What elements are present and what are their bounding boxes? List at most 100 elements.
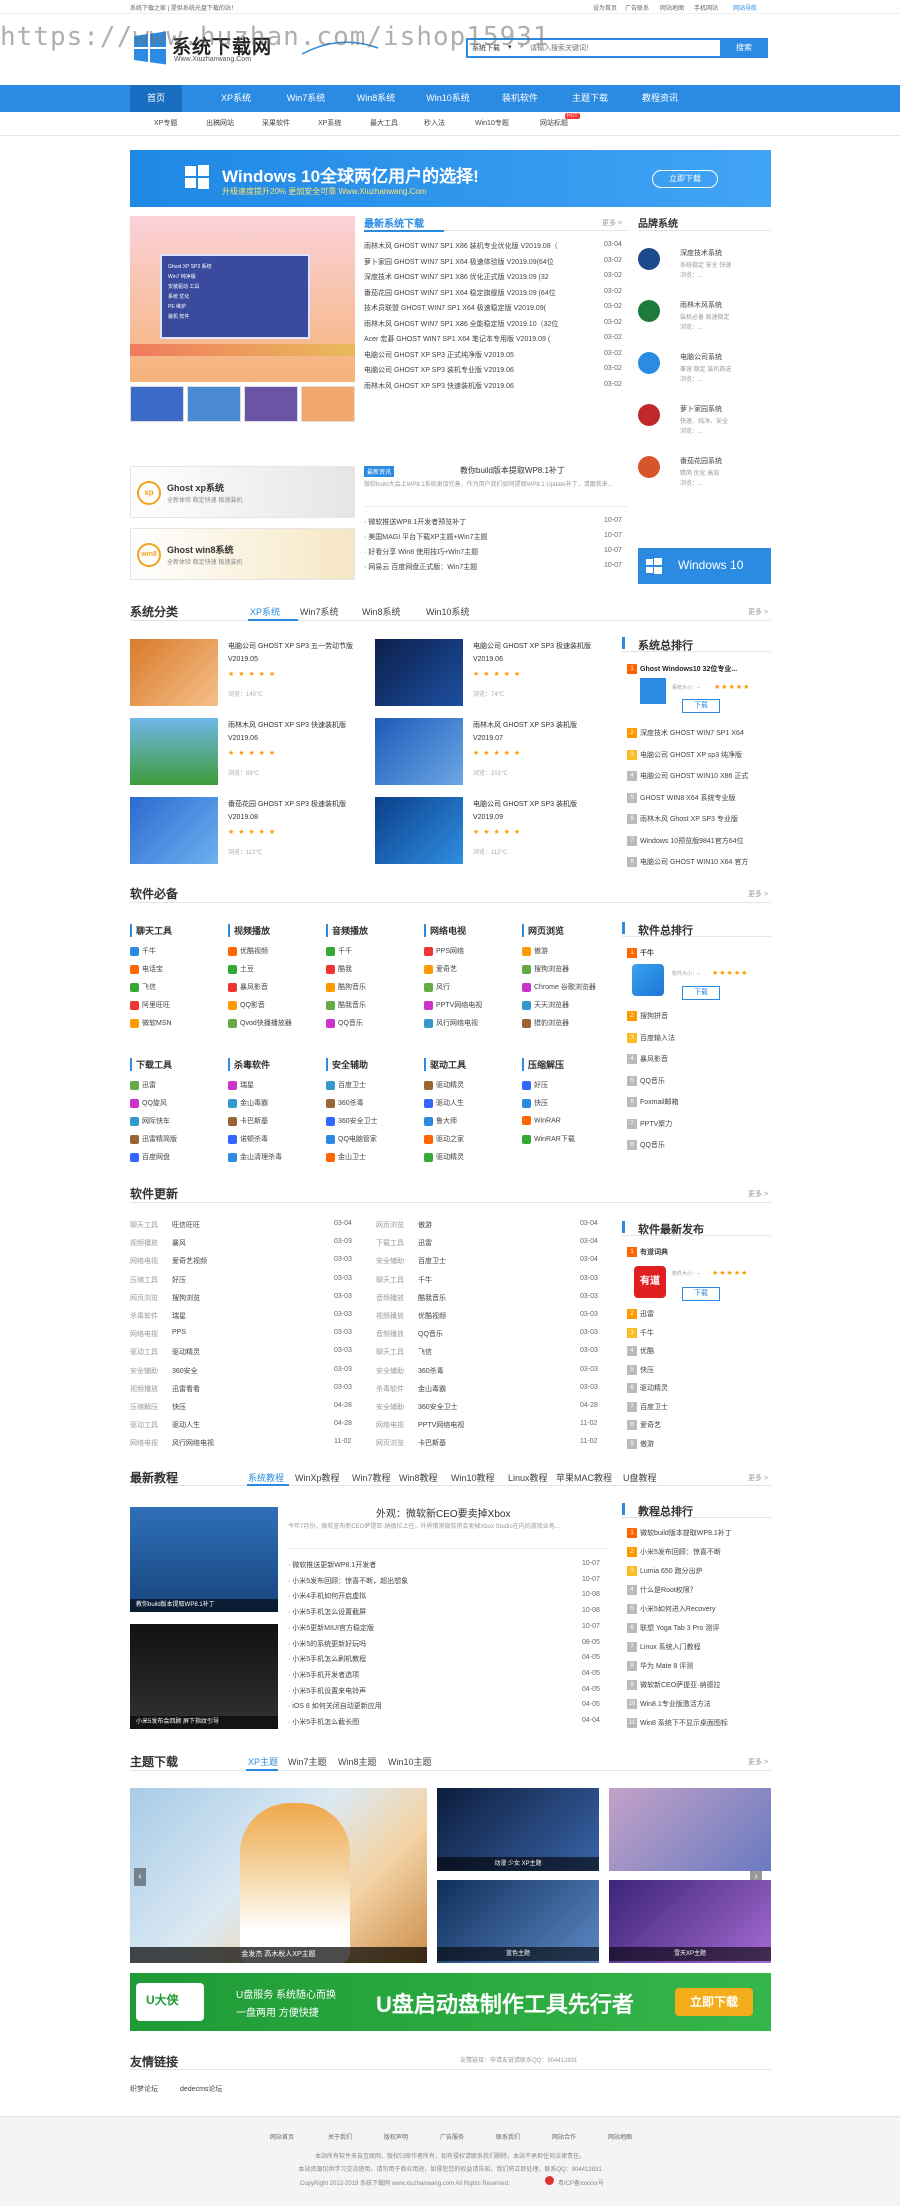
nav-win10[interactable]: Win10系统 <box>416 85 480 112</box>
latest-more-link[interactable]: 更多 > <box>602 218 622 228</box>
softrank-item-link[interactable]: QQ音乐 <box>640 1140 770 1150</box>
ad-download-button[interactable]: 立即下载 <box>675 1988 753 2016</box>
update-category[interactable]: 安全辅助 <box>376 1256 418 1266</box>
latest-item-link[interactable]: 番茄花园 GHOST WIN7 SP1 X64 稳定旗舰版 V2019.09 (… <box>364 288 598 298</box>
system-item-title[interactable]: 雨林木风 GHOST XP SP3 快速装机版 V2019.06 <box>228 719 358 745</box>
sysrank-item-link[interactable]: 雨林木风 Ghost XP SP3 专业版 <box>640 814 770 824</box>
subnav-item[interactable]: XP系统 <box>318 118 341 128</box>
softrank-item-link[interactable]: PPTV聚力 <box>640 1119 770 1129</box>
update-item-link[interactable]: 360安全卫士 <box>418 1402 538 1412</box>
tab-win10[interactable]: Win10系统 <box>426 605 470 618</box>
search-button[interactable]: 搜索 <box>720 38 768 58</box>
software-item[interactable]: 卡巴斯基 <box>228 1116 268 1126</box>
nav-xp[interactable]: XP系统 <box>206 85 266 112</box>
software-item[interactable]: 猎豹浏览器 <box>522 1018 569 1028</box>
nav-win7[interactable]: Win7系统 <box>276 85 336 112</box>
software-item[interactable]: 电话宝 <box>130 964 163 974</box>
brand-name[interactable]: 雨林木风系统 <box>680 300 770 310</box>
usb-ad-banner[interactable]: U大侠 U盘服务 系统随心而换 一盘两用 方便快捷 U盘启动盘制作工具先行者 立… <box>130 1973 771 2031</box>
update-category[interactable]: 网络电视 <box>376 1420 418 1430</box>
update-item-link[interactable]: 酷我音乐 <box>418 1293 538 1303</box>
slider-prev-arrow-icon[interactable]: ‹ <box>134 1868 146 1886</box>
update-category[interactable]: 安全辅助 <box>376 1366 418 1376</box>
software-item[interactable]: 百度网盘 <box>130 1152 170 1162</box>
top-link-sitemap[interactable]: 网站地图 <box>660 3 684 12</box>
nav-themes[interactable]: 主题下载 <box>560 85 620 112</box>
tab-theme-win8[interactable]: Win8主题 <box>338 1755 377 1768</box>
system-thumbnail[interactable] <box>130 639 218 706</box>
tab-theme-win10[interactable]: Win10主题 <box>388 1755 432 1768</box>
software-item[interactable]: 微软MSN <box>130 1018 172 1028</box>
update-item-link[interactable]: 金山毒霸 <box>418 1384 538 1394</box>
tutorials-more-link[interactable]: 更多 > <box>748 1473 768 1483</box>
software-item[interactable]: 傲游 <box>522 946 548 956</box>
system-item-title[interactable]: 电脑公司 GHOST XP SP3 装机版 V2019.09 <box>473 798 603 824</box>
software-item[interactable]: Chrome 谷歌浏览器 <box>522 982 596 992</box>
tutorial-tab[interactable]: Win10教程 <box>451 1471 495 1484</box>
tutorank-item-link[interactable]: 微软新CEO萨提亚·纳德拉 <box>640 1680 770 1690</box>
tutorial-item-link[interactable]: · 小米5手机开发者选项 <box>288 1670 568 1680</box>
tutorial-item-link[interactable]: · 小米5手机怎么刷机教程 <box>288 1654 568 1664</box>
subnav-item[interactable]: 最大工具 <box>370 118 398 128</box>
tutorial-image-1[interactable]: 教你build版本提取WP8.1补丁 <box>130 1507 278 1612</box>
system-item-title[interactable]: 电脑公司 GHOST XP SP3 极速装机版 V2019.06 <box>473 640 603 666</box>
software-item[interactable]: 金山卫士 <box>326 1152 366 1162</box>
tutorial-tab[interactable]: 系统教程 <box>248 1471 284 1484</box>
windows-logo-icon[interactable] <box>132 30 168 66</box>
news-item-link[interactable]: · 微软推送WP8.1开发者预览补丁 <box>364 517 594 527</box>
software-item[interactable]: 搜狗浏览器 <box>522 964 569 974</box>
news-item-link[interactable]: · 网易云 百度网盘正式版：Win7主题 <box>364 562 594 572</box>
theme-big-image[interactable]: 金发杰 高木秋人XP主题 <box>130 1788 427 1963</box>
footer-link[interactable]: 广告服务 <box>440 2132 464 2141</box>
sysrank-item-link[interactable]: Windows 10预览版9841官方64位 <box>640 836 770 846</box>
tutorank-item-link[interactable]: Linux 系统入门教程 <box>640 1642 770 1652</box>
update-item-link[interactable]: 360杀毒 <box>418 1366 538 1376</box>
top-link-nav[interactable]: 网站导航 <box>733 3 757 12</box>
subnav-item[interactable]: 出稿网站 <box>206 118 234 128</box>
featured-slider[interactable]: Ghost XP SP3 系统 Win7 纯净版 安装驱动 工具 系统 优化 PE 维护… <box>130 216 355 382</box>
slider-thumb[interactable] <box>130 386 184 422</box>
update-category[interactable]: 网络电视 <box>130 1256 172 1266</box>
software-more-link[interactable]: 更多 > <box>748 889 768 899</box>
update-item-link[interactable]: 暴风 <box>172 1238 292 1248</box>
footer-link[interactable]: 联系我们 <box>496 2132 520 2141</box>
software-item[interactable]: 土豆 <box>228 964 254 974</box>
sysrank-item-link[interactable]: GHOST WIN8 X64 系统专业版 <box>640 793 770 803</box>
softnew-item-link[interactable]: 驱动精灵 <box>640 1383 770 1393</box>
tutorial-feature-title[interactable]: 外观：微软新CEO要卖掉Xbox <box>376 1505 510 1520</box>
software-item[interactable]: 迅雷 <box>130 1080 156 1090</box>
top-link-ad[interactable]: 广告联系 <box>625 3 649 12</box>
software-item[interactable]: 飞信 <box>130 982 156 992</box>
syscat-more-link[interactable]: 更多 > <box>748 607 768 617</box>
tutorial-item-link[interactable]: · 小米4手机如何开启虚拟 <box>288 1591 568 1601</box>
tutorank-item-link[interactable]: 小米5发布回顾：惊喜不断 <box>640 1547 770 1557</box>
latest-item-link[interactable]: Acer 宏碁 GHOST WIN7 SP1 X64 笔记本专用版 V2019.… <box>364 334 598 344</box>
software-item[interactable]: PPTV网络电视 <box>424 1000 482 1010</box>
tutorial-image-2[interactable]: 小米5发布会回顾 屏下指纹引导 <box>130 1624 278 1729</box>
software-item[interactable]: 天天浏览器 <box>522 1000 569 1010</box>
softnew-item-link[interactable]: 傲游 <box>640 1439 770 1449</box>
update-item-link[interactable]: 搜狗浏览 <box>172 1293 292 1303</box>
software-item[interactable]: PPS网络 <box>424 946 464 956</box>
footer-link[interactable]: 网站首页 <box>270 2132 294 2141</box>
software-item[interactable]: WinRAR下载 <box>522 1134 575 1144</box>
update-category[interactable]: 杀毒软件 <box>130 1311 172 1321</box>
tutorial-item-link[interactable]: · 小米5手机设置来电铃声 <box>288 1686 568 1696</box>
software-item[interactable]: 360安全卫士 <box>326 1116 378 1126</box>
ghost-win8-box[interactable]: win8 Ghost win8系统 全新体验 稳定快速 极速装机 <box>130 528 355 580</box>
tutorial-tab[interactable]: Linux教程 <box>508 1471 548 1484</box>
software-item[interactable]: 百度卫士 <box>326 1080 366 1090</box>
subnav-item[interactable]: 网站标题 <box>540 118 568 128</box>
update-category[interactable]: 网络电视 <box>130 1329 172 1339</box>
slider-thumb[interactable] <box>244 386 298 422</box>
software-item[interactable]: 金山毒霸 <box>228 1098 268 1108</box>
update-category[interactable]: 聊天工具 <box>376 1347 418 1357</box>
softnew-item-link[interactable]: 快压 <box>640 1365 770 1375</box>
tutorank-item-link[interactable]: 联想 Yoga Tab 3 Pro 测评 <box>640 1623 770 1633</box>
sysrank-item-link[interactable]: 深度技术 GHOST WIN7 SP1 X64 <box>640 728 770 738</box>
tutorank-item-link[interactable]: 华为 Mate 8 评测 <box>640 1661 770 1671</box>
footer-link[interactable]: 网站地图 <box>608 2132 632 2141</box>
system-item-title[interactable]: 番茄花园 GHOST XP SP3 极速装机版 V2019.08 <box>228 798 358 824</box>
tab-xp[interactable]: XP系统 <box>250 605 280 618</box>
update-item-link[interactable]: 风行网络电视 <box>172 1438 292 1448</box>
